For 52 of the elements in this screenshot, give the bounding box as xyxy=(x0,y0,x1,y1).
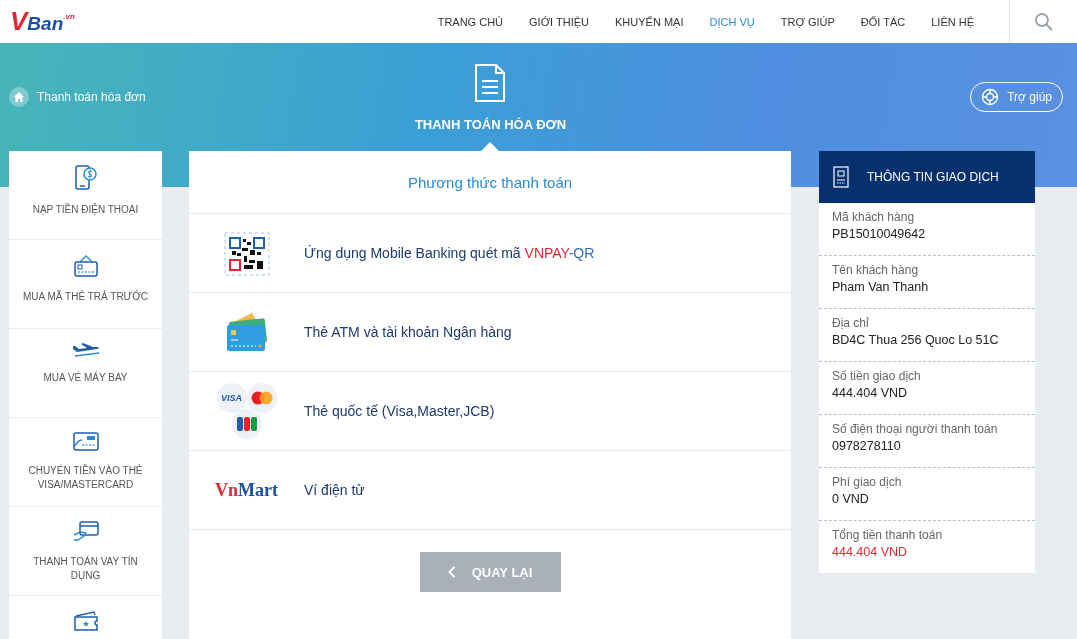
field-value: 0978278110 xyxy=(832,439,902,453)
nav-link[interactable]: ĐỐI TÁC xyxy=(847,15,919,28)
method-label: Ví điện tử xyxy=(304,482,365,498)
field-label: Tên khách hàng xyxy=(832,263,920,277)
payment-method-option[interactable]: VnMart Ví điện tử xyxy=(189,451,791,530)
nav-link[interactable]: KHUYẾN MẠI xyxy=(602,15,697,28)
panel-title: THÔNG TIN GIAO DỊCH xyxy=(867,170,999,184)
field-label: Mã khách hàng xyxy=(832,210,916,224)
lifebuoy-icon xyxy=(981,88,1000,106)
chevron-left-icon xyxy=(447,566,456,578)
ticket-icon xyxy=(71,610,100,632)
field-value: Pham Van Thanh xyxy=(832,280,930,294)
service-menu-item[interactable]: MUA VÉ MÁY BAY xyxy=(9,329,162,417)
payment-method-option[interactable]: Thẻ ATM và tài khoản Ngân hàng xyxy=(189,293,791,372)
method-label: Ứng dụng Mobile Banking quét mã VNPAY-QR xyxy=(304,245,595,261)
payment-method-option[interactable]: Ứng dụng Mobile Banking quét mã VNPAY-QR xyxy=(189,214,791,293)
document-icon xyxy=(474,63,507,103)
method-label: Thẻ quốc tế (Visa,Master,JCB) xyxy=(304,403,495,419)
field-value: 444.404 VND xyxy=(832,386,909,400)
page-title: THANH TOÁN HÓA ĐƠN xyxy=(414,117,567,132)
qr-code-icon xyxy=(223,230,270,276)
payment-method-option[interactable]: VISA Thẻ quốc tế (Visa,Master,JCB) xyxy=(189,372,791,451)
airplane-icon xyxy=(70,343,101,359)
service-menu-item[interactable]: THANH TOÁN VAY TÍN DỤNG xyxy=(9,507,162,595)
receipt-icon xyxy=(833,166,849,188)
wallet-logo: VnMart xyxy=(215,479,278,501)
field-label: Phí giao dịch xyxy=(832,475,903,489)
field-value: PB15010049642 xyxy=(832,227,927,241)
panel-title: Phương thức thanh toán xyxy=(189,151,791,214)
phone-coin-icon xyxy=(73,165,98,191)
field-label: Địa chỉ xyxy=(832,316,870,330)
field-value: 444.404 VND xyxy=(832,545,909,559)
method-label: Thẻ ATM và tài khoản Ngân hàng xyxy=(304,324,512,340)
nav-link[interactable]: TRỢ GIÚP xyxy=(767,15,848,28)
card-brands-drawing: VISA xyxy=(216,383,277,439)
card-transfer-icon xyxy=(71,432,100,452)
nav-link[interactable]: TRANG CHỦ xyxy=(424,15,517,28)
nav-link[interactable]: DỊCH VỤ xyxy=(696,15,768,28)
field-label: Số tiền giao dịch xyxy=(832,369,922,383)
field-value: 0 VND xyxy=(832,492,870,506)
service-menu-item[interactable]: NẠP TIỀN ĐIỆN THOẠI xyxy=(9,151,162,239)
nav-link[interactable]: LIÊN HỆ xyxy=(918,15,987,28)
field-label: Tổng tiền thanh toán xyxy=(832,528,944,542)
card-icon xyxy=(72,254,99,278)
field-label: Số điện thoại người thanh toán xyxy=(832,422,999,436)
hand-card-icon xyxy=(71,521,100,543)
nav-link[interactable]: GIỚI THIỆU xyxy=(516,15,603,28)
search-icon xyxy=(1033,11,1054,32)
service-menu-item[interactable]: MUA MÃ THẺ TRẢ TRƯỚC xyxy=(9,240,162,328)
field-value: BD4C Thua 256 Quoc Lo 51C xyxy=(832,333,1000,347)
home-icon[interactable] xyxy=(9,87,29,107)
service-menu-item[interactable]: CHUYỂN TIỀN VÀO THẺ VISA/MASTERCARD xyxy=(9,418,162,506)
